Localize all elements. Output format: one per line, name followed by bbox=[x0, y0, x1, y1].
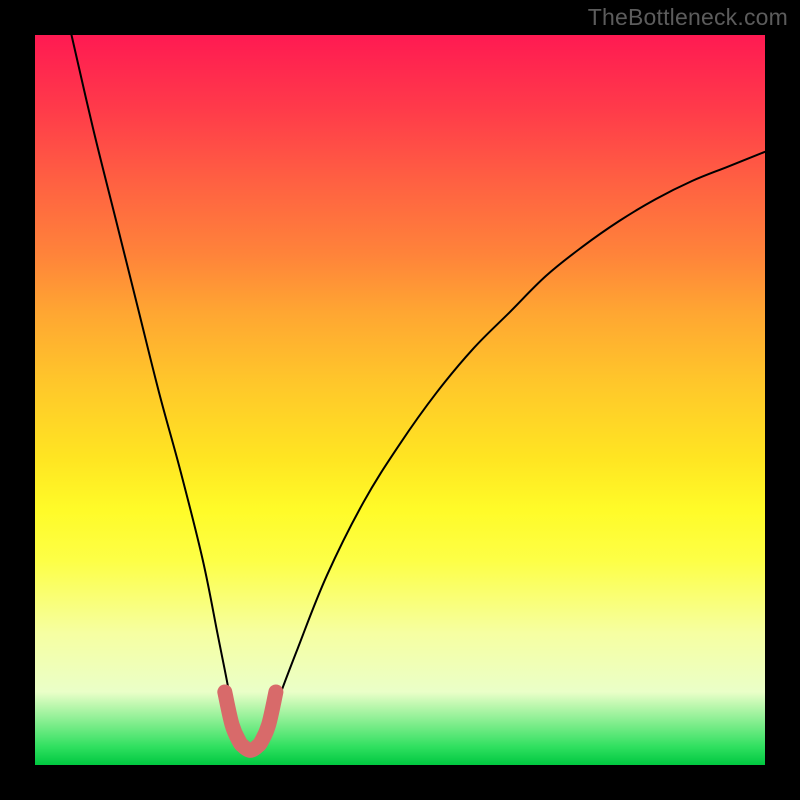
plot-area bbox=[35, 35, 765, 765]
watermark-text: TheBottleneck.com bbox=[588, 4, 788, 31]
chart-svg bbox=[35, 35, 765, 765]
optimal-marker bbox=[225, 692, 276, 750]
bottleneck-curve bbox=[72, 35, 766, 750]
chart-frame: TheBottleneck.com bbox=[0, 0, 800, 800]
